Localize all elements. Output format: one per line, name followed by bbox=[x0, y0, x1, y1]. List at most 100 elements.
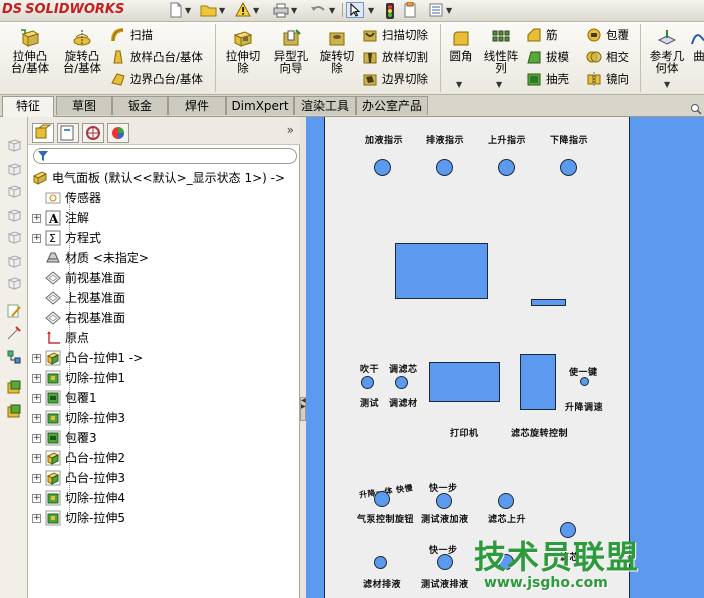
linear-pattern-button[interactable]: 线性阵 列 bbox=[480, 28, 522, 74]
tab-office-products[interactable]: 办公室产品 bbox=[356, 96, 428, 115]
panel-tabs: » bbox=[28, 117, 300, 145]
display-screen-cutout bbox=[395, 243, 488, 299]
sketch-pencil-icon[interactable] bbox=[6, 303, 22, 319]
tree-root-part[interactable]: 电气面板 (默认<<默认>_显示状态 1>) -> bbox=[32, 169, 285, 187]
document-icon[interactable] bbox=[402, 1, 420, 18]
draft-button[interactable]: 拔模 bbox=[526, 47, 569, 67]
label-test-liquid-add: 测试液加液 bbox=[421, 515, 469, 525]
chevron-down-icon[interactable]: ▼ bbox=[496, 80, 502, 89]
view-cube-icon[interactable] bbox=[6, 207, 22, 223]
revolve-boss-button[interactable]: 旋转凸 台/基体 bbox=[58, 28, 106, 74]
expand-icon[interactable]: + bbox=[32, 354, 41, 363]
view-cube-icon[interactable] bbox=[6, 183, 22, 199]
view-cube-icon[interactable] bbox=[6, 253, 22, 269]
sweep-button[interactable]: 扫描 bbox=[110, 25, 153, 45]
chevron-down-icon[interactable]: ▼ bbox=[185, 6, 191, 15]
configuration-manager-tab-icon[interactable] bbox=[82, 123, 104, 143]
feature-manager-icon[interactable] bbox=[6, 379, 22, 395]
undo-icon[interactable] bbox=[309, 2, 327, 18]
rebuild-warning-icon[interactable] bbox=[235, 1, 253, 18]
graphics-viewport[interactable]: 加液指示 排液指示 上升指示 下降指示 吹干 调滤芯 测试 调滤材 使一键 升降… bbox=[306, 104, 704, 598]
traffic-light-icon[interactable] bbox=[384, 2, 402, 19]
tab-sketch[interactable]: 草图 bbox=[56, 96, 112, 115]
boundary-boss-button[interactable]: 边界凸台/基体 bbox=[110, 69, 203, 89]
air-pump-knob bbox=[374, 491, 390, 507]
property-manager-tab-icon[interactable] bbox=[57, 123, 79, 143]
chevron-down-icon[interactable]: ▼ bbox=[219, 6, 225, 15]
loft-icon bbox=[110, 49, 126, 65]
label-filter-adjust: 调滤芯 bbox=[389, 365, 418, 375]
expand-icon[interactable]: + bbox=[32, 474, 41, 483]
curves-button[interactable]: 曲 bbox=[690, 28, 704, 62]
solidworks-logo[interactable]: DS SOLIDWORKS bbox=[2, 2, 124, 17]
tree-node-label: 材质 <未指定> bbox=[65, 251, 149, 265]
view-cube-icon[interactable] bbox=[6, 275, 22, 291]
fillet-button[interactable]: 圆角 bbox=[444, 28, 478, 62]
extrude-boss-icon bbox=[45, 450, 61, 466]
options-list-icon[interactable] bbox=[428, 2, 446, 18]
shell-button[interactable]: 抽壳 bbox=[526, 69, 569, 89]
expand-icon[interactable]: + bbox=[32, 454, 41, 463]
boundary-cut-button[interactable]: 边界切除 bbox=[362, 69, 428, 89]
feature-tree-tab-icon[interactable] bbox=[32, 123, 54, 143]
boundary-icon bbox=[110, 71, 126, 87]
network-icon[interactable] bbox=[6, 349, 22, 365]
expand-icon[interactable]: + bbox=[32, 514, 41, 523]
electrical-panel-part[interactable]: 加液指示 排液指示 上升指示 下降指示 吹干 调滤芯 测试 调滤材 使一键 升降… bbox=[324, 117, 630, 598]
reference-geometry-button[interactable]: 参考几 何体 bbox=[644, 28, 690, 74]
chevron-down-icon[interactable]: ▼ bbox=[456, 80, 462, 89]
tree-filter-input[interactable] bbox=[33, 148, 297, 164]
tab-dimxpert[interactable]: DimXpert bbox=[226, 96, 294, 115]
chevron-right-double-icon[interactable]: » bbox=[287, 123, 294, 137]
open-folder-icon[interactable] bbox=[200, 2, 218, 18]
rib-button[interactable]: 筋 bbox=[526, 25, 558, 45]
up-indicator-light bbox=[498, 159, 515, 176]
expand-icon[interactable]: + bbox=[32, 494, 41, 503]
chevron-down-icon[interactable]: ▼ bbox=[329, 6, 335, 15]
print-icon[interactable] bbox=[272, 2, 290, 18]
chevron-down-icon[interactable]: ▼ bbox=[368, 6, 374, 15]
new-file-icon[interactable] bbox=[168, 2, 186, 18]
ribbon-divider bbox=[440, 24, 441, 92]
feature-manager-icon[interactable] bbox=[6, 403, 22, 419]
revolve-cut-button[interactable]: 旋转切 除 bbox=[314, 28, 360, 74]
view-cube-icon[interactable] bbox=[6, 161, 22, 177]
expand-icon[interactable]: + bbox=[32, 394, 41, 403]
tab-render-tools[interactable]: 渲染工具 bbox=[294, 96, 356, 115]
plane-icon bbox=[45, 270, 61, 286]
expand-icon[interactable]: + bbox=[32, 414, 41, 423]
mirror-button[interactable]: 镜向 bbox=[586, 69, 629, 89]
tab-features[interactable]: 特征 bbox=[2, 96, 54, 117]
select-cursor-icon[interactable] bbox=[346, 2, 364, 18]
swept-cut-button[interactable]: 扫描切除 bbox=[362, 25, 428, 45]
wrap-button[interactable]: 包覆 bbox=[586, 25, 629, 45]
intersect-button[interactable]: 相交 bbox=[586, 47, 629, 67]
tab-weldments[interactable]: 焊件 bbox=[168, 96, 226, 115]
expand-icon[interactable]: + bbox=[32, 374, 41, 383]
smart-dimension-icon[interactable] bbox=[6, 325, 22, 341]
chevron-down-icon[interactable]: ▼ bbox=[253, 6, 259, 15]
loft-boss-button[interactable]: 放样凸台/基体 bbox=[110, 47, 203, 67]
extrude-boss-button[interactable]: 拉伸凸 台/基体 bbox=[6, 28, 54, 74]
tree-node-label: 切除-拉伸4 bbox=[65, 491, 125, 505]
tree-node-label: 包覆3 bbox=[65, 431, 97, 445]
chevron-down-icon[interactable]: ▼ bbox=[446, 6, 452, 15]
chevron-down-icon[interactable]: ▼ bbox=[664, 80, 670, 89]
tree-node-label: 包覆1 bbox=[65, 391, 97, 405]
label-adjust-filter-material: 调滤材 bbox=[389, 399, 418, 409]
expand-icon[interactable]: + bbox=[32, 434, 41, 443]
test-liquid-add-button bbox=[436, 493, 452, 509]
tab-sheet-metal[interactable]: 钣金 bbox=[112, 96, 168, 115]
display-manager-tab-icon[interactable] bbox=[107, 123, 129, 143]
view-cube-icon[interactable] bbox=[6, 229, 22, 245]
expand-icon[interactable]: + bbox=[32, 234, 41, 243]
chevron-down-icon[interactable]: ▼ bbox=[291, 6, 297, 15]
viewport-zoom-icon[interactable] bbox=[690, 103, 702, 115]
loft-cut-button[interactable]: 放样切割 bbox=[362, 47, 428, 67]
extrude-boss-icon bbox=[19, 28, 41, 48]
expand-icon[interactable]: + bbox=[32, 214, 41, 223]
view-cube-icon[interactable] bbox=[6, 137, 22, 153]
intersect-icon bbox=[586, 49, 602, 65]
extrude-cut-button[interactable]: 拉伸切 除 bbox=[220, 28, 266, 74]
hole-wizard-button[interactable]: 异型孔 向导 bbox=[268, 28, 314, 74]
